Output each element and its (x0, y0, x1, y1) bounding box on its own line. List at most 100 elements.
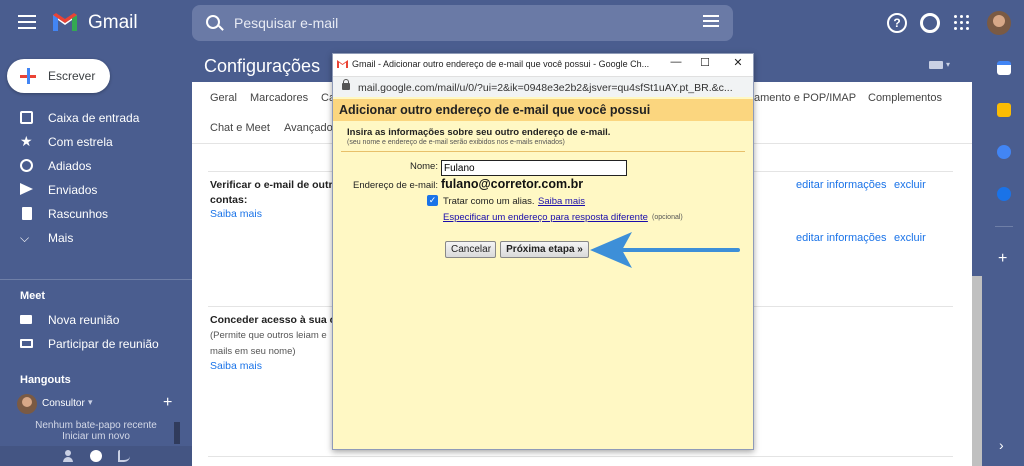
chat-bubble-icon[interactable] (90, 450, 102, 462)
sidebar-item-new-meeting[interactable]: Nova reunião (0, 308, 190, 332)
form-intro-note: (seu nome e endereço de e-mail serão exi… (347, 139, 565, 146)
tab-add-ons[interactable]: Complementos (868, 92, 942, 104)
reply-to-link[interactable]: Especificar um endereço para resposta di… (443, 212, 648, 223)
search-icon[interactable] (206, 15, 220, 29)
popup-titlebar[interactable]: Gmail - Adicionar outro endereço de e-ma… (333, 54, 753, 76)
tab-chat-meet[interactable]: Chat e Meet (210, 122, 270, 134)
gear-icon[interactable] (920, 13, 940, 33)
search-input[interactable]: Pesquisar e-mail (234, 15, 338, 31)
popup-address-bar[interactable]: mail.google.com/mail/u/0/?ui=2&ik=0948e3… (333, 76, 753, 97)
name-input[interactable] (441, 160, 627, 176)
draft-icon (22, 207, 32, 220)
grant-access-desc: (Permite que outros leiam e (210, 330, 327, 341)
search-options-icon[interactable] (703, 15, 719, 29)
sidebar-item-starred[interactable]: ★ Com estrela (0, 130, 190, 154)
no-recent-chats-text: Nenhum bate-papo recente (35, 420, 157, 431)
sidebar-item-label: Rascunhos (48, 207, 109, 221)
grant-access-desc-2: mails em seu nome) (210, 346, 296, 357)
email-label: Endereço de e-mail: (353, 180, 439, 191)
sidebar-item-sent[interactable]: Enviados (0, 178, 190, 202)
gmail-wordmark: Gmail (88, 12, 138, 33)
next-step-button[interactable]: Próxima etapa » (500, 241, 589, 258)
edit-info-link[interactable]: editar informações (796, 232, 887, 244)
sidebar-item-more[interactable]: ⌵ Mais (0, 226, 190, 250)
main-menu-icon[interactable] (18, 15, 36, 29)
meet-section-title: Meet (20, 290, 46, 302)
sidebar-item-label: Com estrela (48, 135, 113, 149)
hangouts-section-title: Hangouts (20, 374, 71, 386)
form-intro: Insira as informações sobre seu outro en… (347, 127, 611, 138)
name-label: Nome: (410, 161, 438, 172)
apps-grid-icon[interactable] (954, 15, 970, 31)
input-tools-icon[interactable] (929, 61, 943, 69)
keep-icon[interactable] (997, 103, 1011, 117)
page-title: Configurações (204, 56, 321, 76)
popup-url[interactable]: mail.google.com/mail/u/0/?ui=2&ik=0948e3… (358, 82, 748, 94)
send-icon (20, 183, 33, 195)
annotation-arrow (590, 232, 740, 268)
verify-email-title-2: contas: (210, 194, 248, 206)
inbox-icon (20, 111, 33, 124)
minimize-button[interactable]: — (666, 56, 686, 72)
sidebar-item-label: Nova reunião (48, 313, 120, 327)
keyboard-icon (20, 339, 33, 348)
side-panel-divider (995, 226, 1013, 227)
hangouts-footer (0, 446, 192, 466)
popup-window-title: Gmail - Adicionar outro endereço de e-ma… (352, 59, 650, 69)
compose-button[interactable]: Escrever (7, 59, 110, 93)
phone-icon[interactable] (118, 450, 130, 462)
start-new-chat-link[interactable]: Iniciar um novo (0, 431, 192, 442)
sidebar-item-label: Mais (48, 231, 74, 245)
learn-more-link[interactable]: Saiba mais (210, 360, 262, 372)
learn-more-link[interactable]: Saiba mais (210, 208, 262, 220)
search-bar[interactable]: Pesquisar e-mail (192, 5, 733, 41)
verify-email-title: Verificar o e-mail de outr (210, 179, 333, 191)
sidebar-item-join-meeting[interactable]: Participar de reunião (0, 332, 190, 356)
add-addon-plus-icon[interactable]: + (998, 250, 1007, 268)
compose-label: Escrever (48, 69, 96, 83)
sidebar-item-drafts[interactable]: Rascunhos (0, 202, 190, 226)
close-button[interactable]: ✕ (728, 56, 748, 72)
hangouts-user[interactable]: Consultor ▾ + (17, 394, 187, 416)
gmail-favicon-icon (337, 60, 348, 68)
alias-checkbox[interactable]: ✓ (427, 195, 438, 206)
tasks-icon[interactable] (997, 145, 1011, 159)
caret-down-icon[interactable]: ▾ (946, 60, 950, 69)
tab-advanced[interactable]: Avançado (284, 122, 333, 134)
lock-icon (342, 79, 350, 90)
page-scrollbar[interactable] (972, 276, 982, 466)
sidebar-item-inbox[interactable]: Caixa de entrada (0, 106, 190, 130)
form-title: Adicionar outro endereço de e-mail que v… (339, 103, 651, 117)
sidebar-item-snoozed[interactable]: Adiados (0, 154, 190, 178)
grant-access-title: Conceder acesso à sua co (210, 314, 342, 326)
chevron-right-icon[interactable]: › (999, 437, 1004, 453)
edit-info-link[interactable]: editar informações (796, 179, 887, 191)
cancel-button[interactable]: Cancelar (445, 241, 496, 258)
row-divider (208, 456, 953, 457)
account-avatar[interactable] (987, 11, 1011, 35)
new-chat-plus-icon[interactable]: + (163, 394, 172, 412)
sidebar-item-label: Caixa de entrada (48, 111, 140, 125)
form-divider (341, 151, 745, 152)
sidebar-item-label: Adiados (48, 159, 92, 173)
form-header: Adicionar outro endereço de e-mail que v… (333, 99, 753, 121)
person-icon[interactable] (62, 450, 74, 462)
contacts-icon[interactable] (997, 187, 1011, 201)
tab-general[interactable]: Geral (210, 92, 237, 104)
top-bar: Gmail Pesquisar e-mail ? (0, 0, 1024, 46)
help-icon[interactable]: ? (887, 13, 907, 33)
delete-link[interactable]: excluir (894, 232, 926, 244)
hangouts-user-name: Consultor (42, 398, 85, 409)
sidebar-item-label: Enviados (48, 183, 98, 197)
tab-labels[interactable]: Marcadores (250, 92, 308, 104)
star-icon: ★ (20, 133, 33, 149)
tab-forwarding-pop-imap[interactable]: amento e POP/IMAP (754, 92, 856, 104)
alias-learn-more-link[interactable]: Saiba mais (538, 196, 585, 207)
maximize-button[interactable]: ☐ (695, 56, 715, 72)
calendar-icon[interactable] (997, 61, 1011, 75)
email-value: fulano@corretor.com.br (441, 177, 584, 191)
hangouts-scrollbar[interactable] (174, 422, 180, 444)
caret-down-icon[interactable]: ▾ (88, 397, 93, 408)
delete-link[interactable]: excluir (894, 179, 926, 191)
gmail-logo-icon[interactable] (52, 12, 78, 32)
